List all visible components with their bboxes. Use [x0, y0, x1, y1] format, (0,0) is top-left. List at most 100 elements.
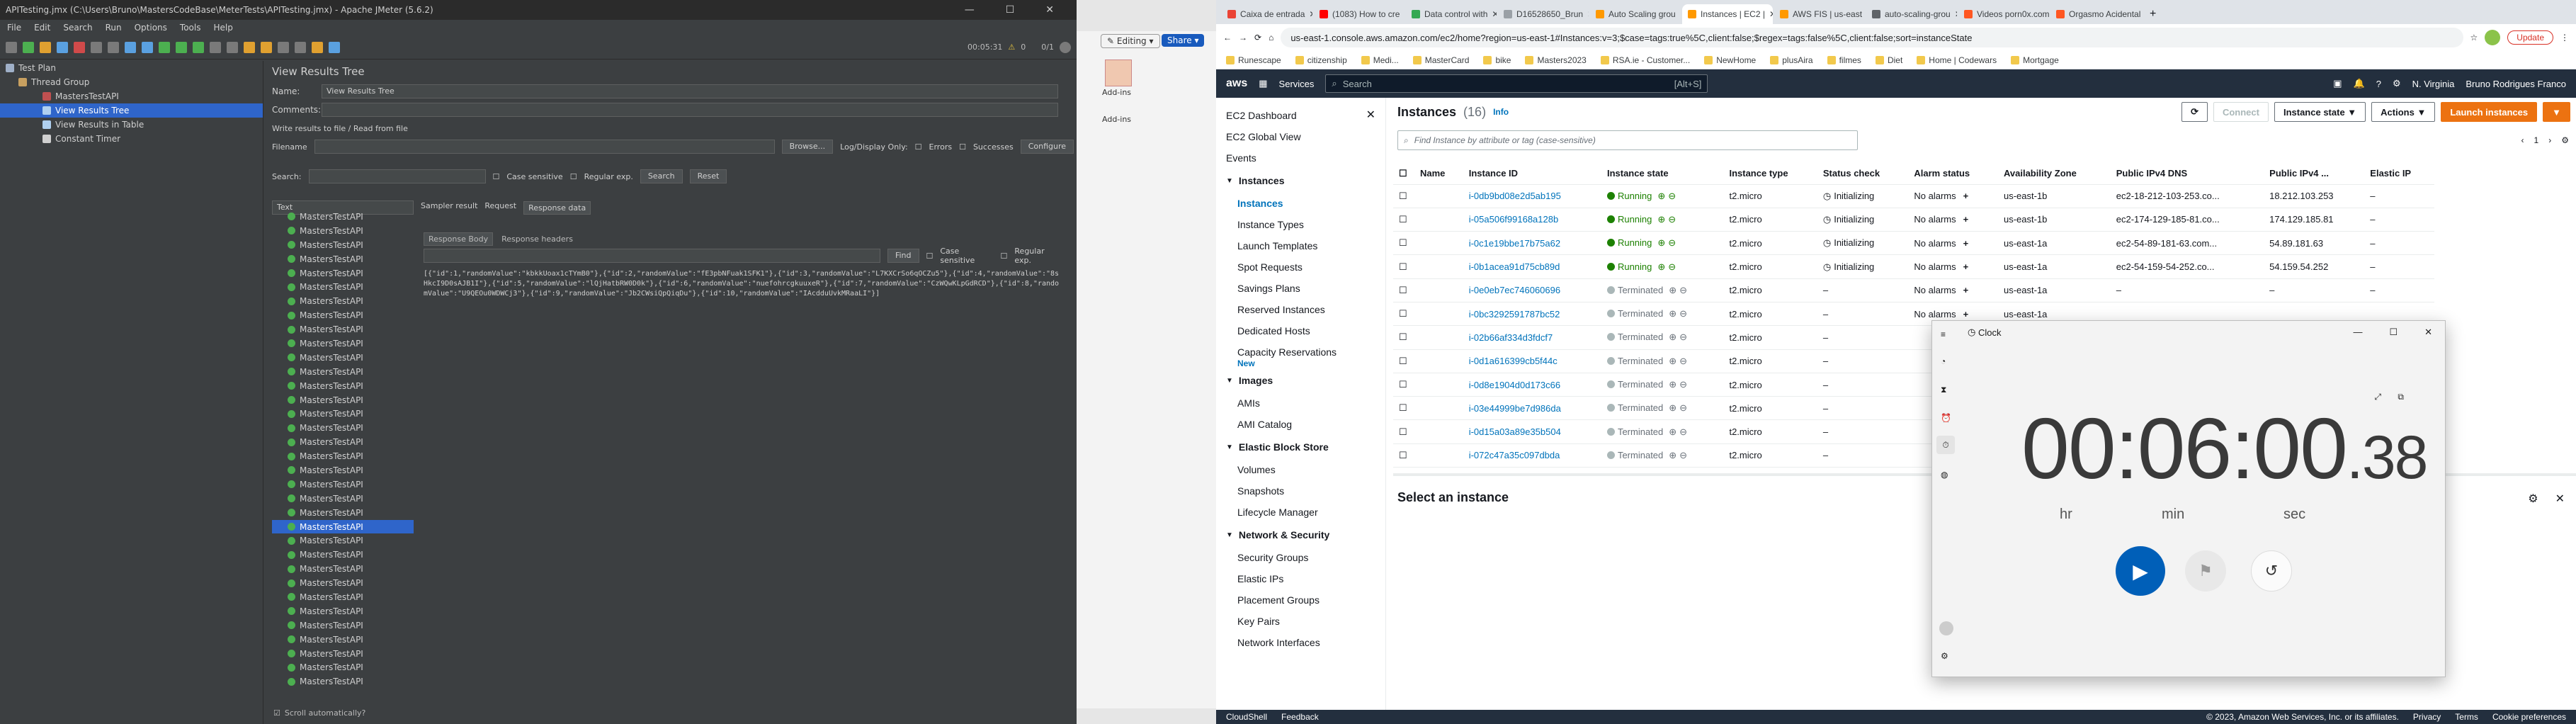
sidebar-item-lifecycle-manager[interactable]: Lifecycle Manager: [1216, 502, 1385, 523]
sidebar-heading-images[interactable]: ▼ Images: [1216, 368, 1385, 392]
sidebar-item-spot-requests[interactable]: Spot Requests: [1216, 256, 1385, 278]
zoom-icon[interactable]: ⊕: [1669, 285, 1676, 295]
settings-gear-icon[interactable]: ⚙: [2561, 135, 2569, 145]
result-item[interactable]: MastersTestAPI: [272, 506, 414, 520]
terms-link[interactable]: Terms: [2455, 712, 2478, 722]
bookmark-item[interactable]: citizenship: [1295, 55, 1347, 65]
zoom-out-icon[interactable]: ⊖: [1679, 402, 1687, 413]
zoom-out-icon[interactable]: ⊖: [1668, 191, 1676, 201]
sidebar-item-amis[interactable]: AMIs: [1216, 392, 1385, 414]
sidebar-item-security-groups[interactable]: Security Groups: [1216, 547, 1385, 568]
table-row[interactable]: ☐ i-05a506f99168a128b Running ⊕ ⊖ t2.micro ◷ In…: [1393, 208, 2434, 232]
row-checkbox[interactable]: ☐: [1393, 278, 1414, 302]
profile-avatar[interactable]: [2485, 30, 2501, 45]
account-menu[interactable]: Bruno Rodrigues Franco: [2466, 79, 2566, 89]
instance-id-link[interactable]: i-05a506f99168a128b: [1463, 208, 1601, 232]
copy-icon[interactable]: [91, 41, 102, 53]
menu-tools[interactable]: Tools: [180, 23, 201, 33]
row-checkbox[interactable]: ☐: [1393, 254, 1414, 279]
details-close-icon[interactable]: ✕: [2555, 492, 2565, 506]
hamburger-icon[interactable]: ≡: [1941, 329, 1946, 339]
sidebar-item-reserved-instances[interactable]: Reserved Instances: [1216, 299, 1385, 320]
sidebar-item-snapshots[interactable]: Snapshots: [1216, 480, 1385, 502]
row-checkbox[interactable]: ☐: [1393, 396, 1414, 421]
menu-run[interactable]: Run: [106, 23, 122, 33]
bookmark-item[interactable]: plusAira: [1770, 55, 1813, 65]
menu-file[interactable]: File: [7, 23, 21, 33]
browser-tab[interactable]: Videos porn0x.com ✕: [1958, 4, 2049, 24]
maximize-icon[interactable]: ☐: [1006, 4, 1015, 16]
minimize-icon[interactable]: —: [965, 4, 975, 16]
bookmark-item[interactable]: Mortgage: [2011, 55, 2059, 65]
zoom-out-icon[interactable]: ⊖: [1668, 261, 1676, 272]
zoom-out-icon[interactable]: ⊖: [1679, 426, 1687, 437]
sidebar-item-top[interactable]: EC2 Global View: [1216, 126, 1385, 147]
zoom-icon[interactable]: ⊕: [1669, 426, 1676, 437]
start-button[interactable]: ▶: [2116, 546, 2165, 596]
bookmark-item[interactable]: Diet: [1875, 55, 1902, 65]
details-settings-icon[interactable]: ⚙: [2528, 492, 2538, 506]
select-all-checkbox[interactable]: ☐: [1393, 163, 1414, 185]
result-item[interactable]: MastersTestAPI: [272, 463, 414, 477]
bookmark-item[interactable]: Runescape: [1226, 55, 1281, 65]
result-item[interactable]: MastersTestAPI: [272, 421, 414, 435]
cloudshell-icon[interactable]: ▣: [2333, 78, 2342, 89]
cookie-preferences-link[interactable]: Cookie preferences: [2492, 712, 2566, 722]
result-item[interactable]: MastersTestAPI: [272, 336, 414, 351]
browser-tab[interactable]: Orgasmo Acidental✕: [2050, 4, 2141, 24]
refresh-button[interactable]: ⟳: [2181, 102, 2208, 122]
tab-close-icon[interactable]: ✕: [1955, 9, 1957, 19]
result-item[interactable]: MastersTestAPI: [272, 365, 414, 379]
sidebar-item-elastic-ips[interactable]: Elastic IPs: [1216, 568, 1385, 589]
result-item[interactable]: MastersTestAPI: [272, 661, 414, 675]
browser-tab[interactable]: auto-scaling-grou ✕: [1866, 4, 1957, 24]
zoom-icon[interactable]: ⊕: [1669, 332, 1676, 342]
instance-id-link[interactable]: i-0d15a03a89e35b504: [1463, 419, 1601, 444]
result-item[interactable]: MastersTestAPI: [272, 618, 414, 633]
shutdown-icon[interactable]: [227, 41, 238, 53]
feedback-link[interactable]: Feedback: [1281, 712, 1319, 722]
instance-id-link[interactable]: i-0bc3292591787bc52: [1463, 302, 1601, 327]
maximize-icon[interactable]: ☐: [2389, 327, 2398, 338]
templates-icon[interactable]: [23, 41, 34, 53]
zoom-out-icon[interactable]: ⊖: [1668, 214, 1676, 225]
zoom-out-icon[interactable]: ⊖: [1679, 379, 1687, 390]
minimize-icon[interactable]: —: [2353, 327, 2362, 338]
browser-tab[interactable]: Data control with ✕: [1406, 4, 1497, 24]
successes-checkbox[interactable]: ☐: [959, 142, 966, 152]
result-item[interactable]: MastersTestAPI: [272, 266, 414, 281]
result-item[interactable]: MastersTestAPI: [272, 435, 414, 449]
sidebar-item-network-interfaces[interactable]: Network Interfaces: [1216, 632, 1385, 653]
launch-instances-button[interactable]: Launch instances: [2441, 102, 2538, 122]
table-row[interactable]: ☐ i-0b1acea91d75cb89d Running ⊕ ⊖ t2.micro ◷ In…: [1393, 254, 2434, 279]
zoom-icon[interactable]: ⊕: [1669, 379, 1676, 390]
focus-icon[interactable]: ◔: [1941, 356, 1946, 366]
bookmark-item[interactable]: filmes: [1827, 55, 1861, 65]
tab-close-icon[interactable]: ✕: [1680, 9, 1681, 19]
response-body-text[interactable]: [{"id":1,"randomValue":"kbkkUoax1cTYmB0"…: [424, 269, 1061, 299]
result-item[interactable]: MastersTestAPI: [272, 647, 414, 661]
actions-button[interactable]: Actions ▼: [2371, 102, 2436, 122]
sidebar-item-ami-catalog[interactable]: AMI Catalog: [1216, 414, 1385, 435]
result-item[interactable]: MastersTestAPI: [272, 576, 414, 590]
help-icon[interactable]: [329, 41, 340, 53]
alarm-icon[interactable]: ⏰: [1941, 413, 1951, 423]
column-header[interactable]: Instance ID: [1463, 163, 1601, 185]
add-alarm-icon[interactable]: +: [1963, 285, 1969, 295]
sidebar-item-top[interactable]: Events: [1216, 147, 1385, 169]
column-header[interactable]: Name: [1414, 163, 1463, 185]
toggle-icon[interactable]: [159, 41, 170, 53]
editing-mode-button[interactable]: ✎ Editing ▾: [1101, 34, 1160, 48]
table-row[interactable]: ☐ i-0c1e19bbe17b75a62 Running ⊕ ⊖ t2.micro ◷ In…: [1393, 231, 2434, 256]
browser-tab[interactable]: Auto Scaling grou ✕: [1590, 4, 1681, 24]
tab-close-icon[interactable]: ✕: [1587, 9, 1589, 19]
page-number[interactable]: 1: [2534, 135, 2539, 145]
bookmark-item[interactable]: Home | Codewars: [1917, 55, 1997, 65]
zoom-icon[interactable]: ⊕: [1669, 308, 1676, 319]
tab-close-icon[interactable]: ✕: [1404, 9, 1405, 19]
stop-icon[interactable]: [210, 41, 221, 53]
paste-icon[interactable]: [108, 41, 119, 53]
collapse-icon[interactable]: [142, 41, 153, 53]
result-item[interactable]: MastersTestAPI: [272, 238, 414, 252]
zoom-out-icon[interactable]: ⊖: [1679, 332, 1687, 342]
